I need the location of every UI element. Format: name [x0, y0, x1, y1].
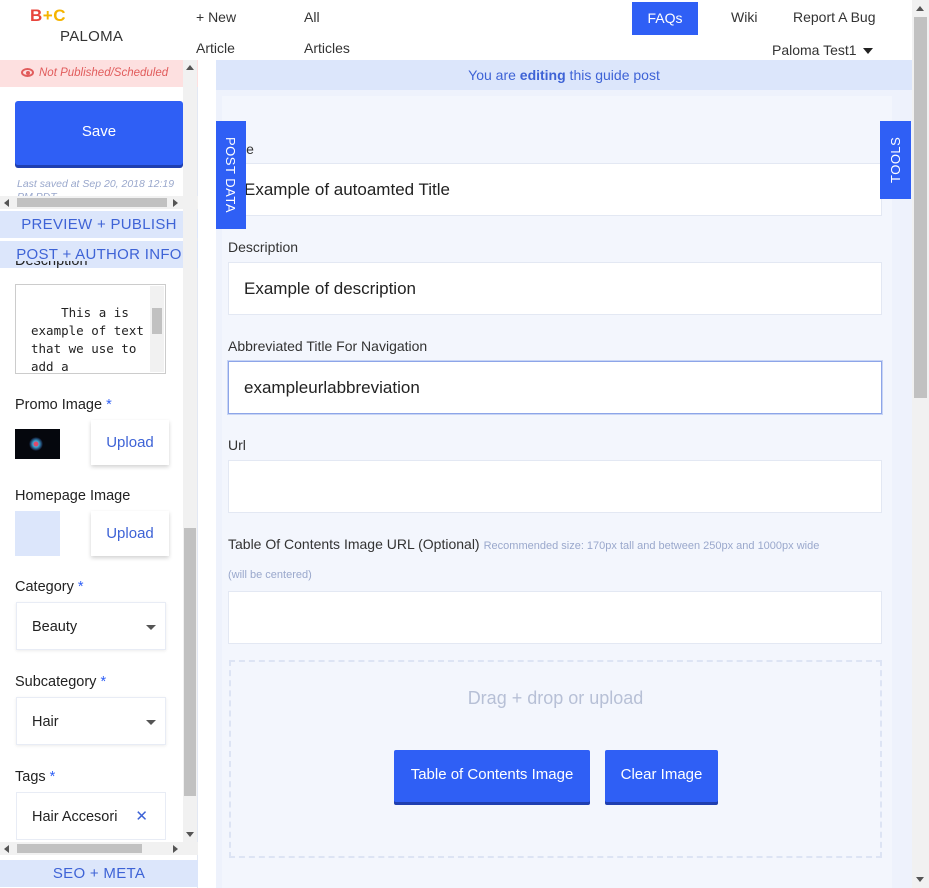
report-bug-link[interactable]: Report A Bug [793, 2, 876, 33]
textarea-scrollbar-thumb[interactable] [152, 308, 162, 334]
scroll-down-icon[interactable] [916, 877, 924, 882]
clear-image-button[interactable]: Clear Image [605, 750, 718, 802]
logo-b: B [30, 6, 43, 25]
logo-name: PALOMA [60, 28, 124, 45]
banner-text-bold: editing [519, 67, 566, 83]
description-label: Description [15, 261, 88, 273]
homepage-image-label: Homepage Image [15, 488, 131, 504]
new-article-link[interactable]: + New Article [196, 2, 236, 64]
horizontal-scrollbar-bottom[interactable] [0, 842, 198, 855]
editing-banner: You are editing this guide post [216, 60, 912, 90]
tab-seo-meta[interactable]: SEO + META [0, 860, 198, 887]
description-input[interactable]: Example of description [228, 262, 882, 315]
subcategory-label: Subcategory * [15, 674, 106, 690]
all-articles-line1: All [304, 9, 320, 25]
publish-status: Not Published/Scheduled [0, 60, 198, 87]
page-scrollbar[interactable] [912, 0, 929, 888]
category-value: Beauty [32, 619, 78, 635]
subcategory-value: Hair [32, 714, 59, 730]
tab-preview-publish[interactable]: PREVIEW + PUBLISH [0, 211, 198, 238]
tag-value: Hair Accesori [32, 809, 118, 825]
post-data-tab[interactable]: POST DATA [216, 121, 246, 229]
scroll-left-icon[interactable] [4, 199, 9, 207]
tag-chip: Hair Accesori ✕ [16, 792, 166, 840]
toc-image-url-input[interactable] [228, 591, 882, 644]
description-textarea[interactable]: This a is example of text that we use to… [15, 284, 166, 374]
scrollbar-thumb[interactable] [17, 198, 167, 207]
required-mark: * [100, 674, 107, 690]
logo-plus: + [42, 6, 54, 25]
promo-image-graphic [29, 437, 43, 451]
url-input[interactable] [228, 460, 882, 513]
toc-image-label-text: Table Of Contents Image URL (Optional) [228, 536, 480, 552]
banner-text-before: You are [468, 67, 520, 83]
homepage-upload-button[interactable]: Upload [91, 511, 169, 556]
category-label-text: Category [15, 579, 74, 595]
scrollbar-thumb[interactable] [17, 844, 142, 853]
toc-image-button[interactable]: Table of Contents Image [394, 750, 590, 802]
top-bar: B+C PALOMA + New Article All Articles FA… [0, 0, 912, 60]
category-label: Category * [15, 579, 84, 595]
toc-image-label: Table Of Contents Image URL (Optional) Re… [228, 536, 819, 552]
user-name: Paloma Test1 [772, 42, 857, 58]
wiki-link[interactable]: Wiki [731, 2, 757, 33]
user-menu[interactable]: Paloma Test1 [772, 42, 873, 58]
toc-size-hint: Recommended size: 170px tall and between… [483, 540, 820, 552]
promo-image-thumbnail [15, 429, 60, 459]
horizontal-scrollbar[interactable] [0, 196, 198, 209]
tags-label: Tags * [15, 769, 55, 785]
logo-c: C [53, 6, 66, 25]
description-label-text: Description [15, 261, 88, 269]
description-text: This a is example of text that we use to… [31, 305, 144, 374]
promo-upload-button[interactable]: Upload [91, 420, 169, 465]
required-mark: * [49, 769, 56, 785]
drop-zone-text: Drag + drop or upload [467, 688, 644, 708]
scroll-right-icon[interactable] [173, 199, 178, 207]
page-scrollbar-thumb[interactable] [914, 17, 927, 398]
new-article-line1: + New [196, 9, 237, 25]
textarea-scrollbar[interactable] [150, 286, 164, 372]
homepage-image-placeholder [15, 511, 60, 556]
scroll-left-icon[interactable] [4, 845, 9, 853]
publish-status-text: Not Published/Scheduled [39, 67, 169, 79]
scroll-up-icon[interactable] [186, 65, 194, 70]
caret-down-icon [862, 48, 873, 55]
title-input[interactable]: Example of autoamted Title [228, 163, 882, 216]
subcategory-select[interactable]: Hair [16, 697, 166, 745]
subcategory-label-text: Subcategory [15, 674, 97, 690]
sidebar-scrollbar-thumb[interactable] [184, 528, 196, 796]
post-form: Title Example of autoamted Title Descrip… [222, 96, 892, 888]
promo-image-label-text: Promo Image [15, 397, 103, 413]
scroll-up-icon[interactable] [916, 6, 924, 11]
description-label: Description [228, 239, 299, 255]
image-drop-zone[interactable]: Drag + drop or upload Table of Contents … [229, 660, 882, 858]
sidebar-scrollbar[interactable] [183, 60, 197, 842]
tools-tab[interactable]: TOOLS [880, 121, 911, 199]
required-mark: * [106, 397, 112, 413]
promo-image-label: Promo Image * [15, 397, 112, 413]
abbreviated-title-input[interactable]: exampleurlabbreviation [228, 361, 882, 414]
remove-tag-icon[interactable]: ✕ [135, 793, 148, 841]
sidebar: Not Published/Scheduled Save Last saved … [0, 60, 198, 888]
scroll-right-icon[interactable] [173, 845, 178, 853]
dropdown-arrow-icon [146, 625, 156, 630]
last-saved-text: Last saved at Sep 20, 2018 12:19 PM PDT [17, 178, 175, 197]
banner-text-after: this guide post [565, 67, 660, 83]
abbreviated-title-label: Abbreviated Title For Navigation [228, 338, 428, 354]
scroll-down-icon[interactable] [186, 832, 194, 837]
main-content: You are editing this guide post Title Ex… [216, 60, 912, 888]
required-mark: * [77, 579, 84, 595]
post-data-tab-label: POST DATA [223, 137, 238, 214]
dropdown-arrow-icon [146, 720, 156, 725]
logo[interactable]: B+C [30, 6, 66, 26]
tools-tab-label: TOOLS [888, 136, 903, 183]
faqs-button[interactable]: FAQs [632, 2, 698, 35]
eye-icon [21, 68, 34, 77]
tags-label-text: Tags [15, 769, 46, 785]
toc-centered-hint: (will be centered) [228, 569, 312, 581]
category-select[interactable]: Beauty [16, 602, 166, 650]
url-label: Url [228, 437, 246, 453]
save-button[interactable]: Save [15, 101, 183, 165]
all-articles-link[interactable]: All Articles [304, 2, 350, 64]
